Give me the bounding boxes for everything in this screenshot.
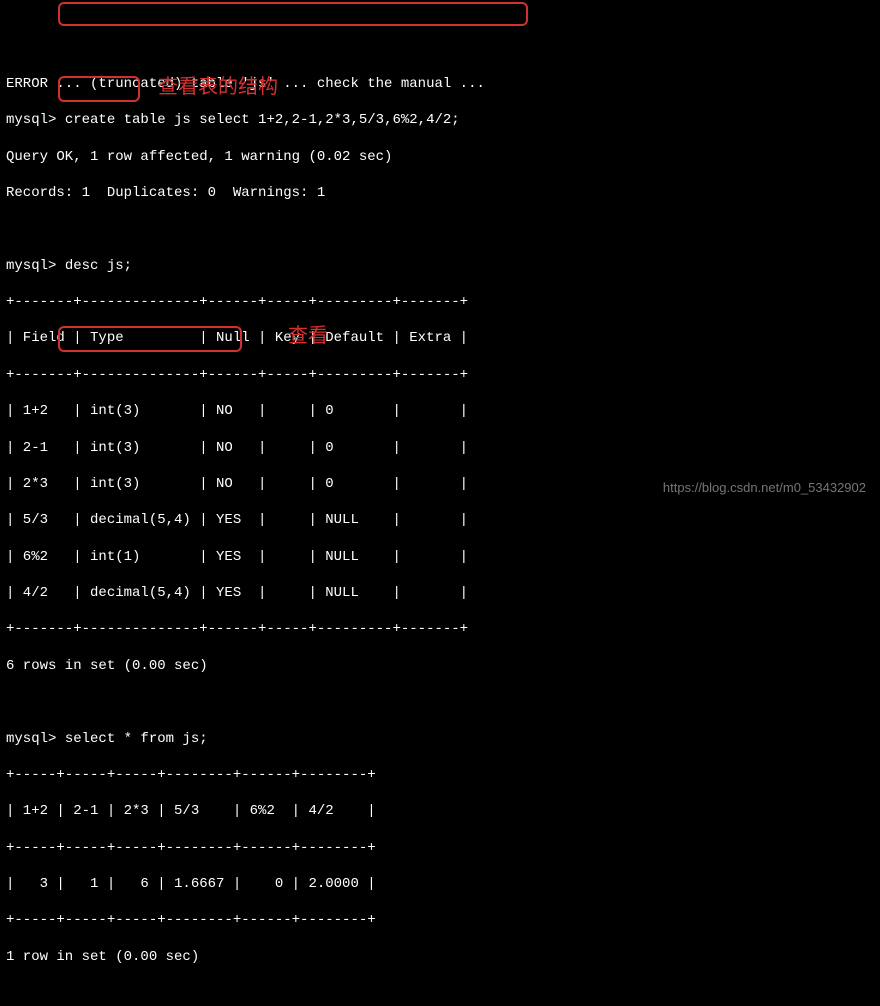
table-row: | 4/2 | decimal(5,4) | YES | | NULL | | [6,584,874,602]
table-row: | 6%2 | int(1) | YES | | NULL | | [6,548,874,566]
blank [6,220,874,238]
desc-header: | Field | Type | Null | Key | Default | … [6,329,874,347]
select-sep: +-----+-----+-----+--------+------+-----… [6,911,874,929]
create-result-2: Records: 1 Duplicates: 0 Warnings: 1 [6,184,874,202]
table-row: | 3 | 1 | 6 | 1.6667 | 0 | 2.0000 | [6,875,874,893]
desc-sep: +-------+--------------+------+-----+---… [6,366,874,384]
cmd-select: select * from js; [65,731,208,747]
table-row: | 5/3 | decimal(5,4) | YES | | NULL | | [6,511,874,529]
table-row: | 1+2 | int(3) | NO | | 0 | | [6,402,874,420]
prompt-line-select[interactable]: mysql> select * from js; [6,730,874,748]
select-header: | 1+2 | 2-1 | 2*3 | 5/3 | 6%2 | 4/2 | [6,802,874,820]
blank [6,984,874,1002]
error-line: ERROR ... (truncated) table 'js' ... che… [6,75,874,93]
select-footer: 1 row in set (0.00 sec) [6,948,874,966]
table-row: | 2*3 | int(3) | NO | | 0 | | [6,475,874,493]
cmd-create: create table js select 1+2,2-1,2*3,5/3,6… [65,112,460,128]
table-row: | 2-1 | int(3) | NO | | 0 | | [6,439,874,457]
highlight-create-cmd [58,2,528,26]
blank [6,693,874,711]
desc-sep: +-------+--------------+------+-----+---… [6,293,874,311]
prompt-line-create[interactable]: mysql> create table js select 1+2,2-1,2*… [6,111,874,129]
prompt-line-desc[interactable]: mysql> desc js; [6,257,874,275]
desc-sep: +-------+--------------+------+-----+---… [6,620,874,638]
desc-footer: 6 rows in set (0.00 sec) [6,657,874,675]
create-result-1: Query OK, 1 row affected, 1 warning (0.0… [6,148,874,166]
select-sep: +-----+-----+-----+--------+------+-----… [6,839,874,857]
cmd-desc: desc js; [65,258,132,274]
select-sep: +-----+-----+-----+--------+------+-----… [6,766,874,784]
